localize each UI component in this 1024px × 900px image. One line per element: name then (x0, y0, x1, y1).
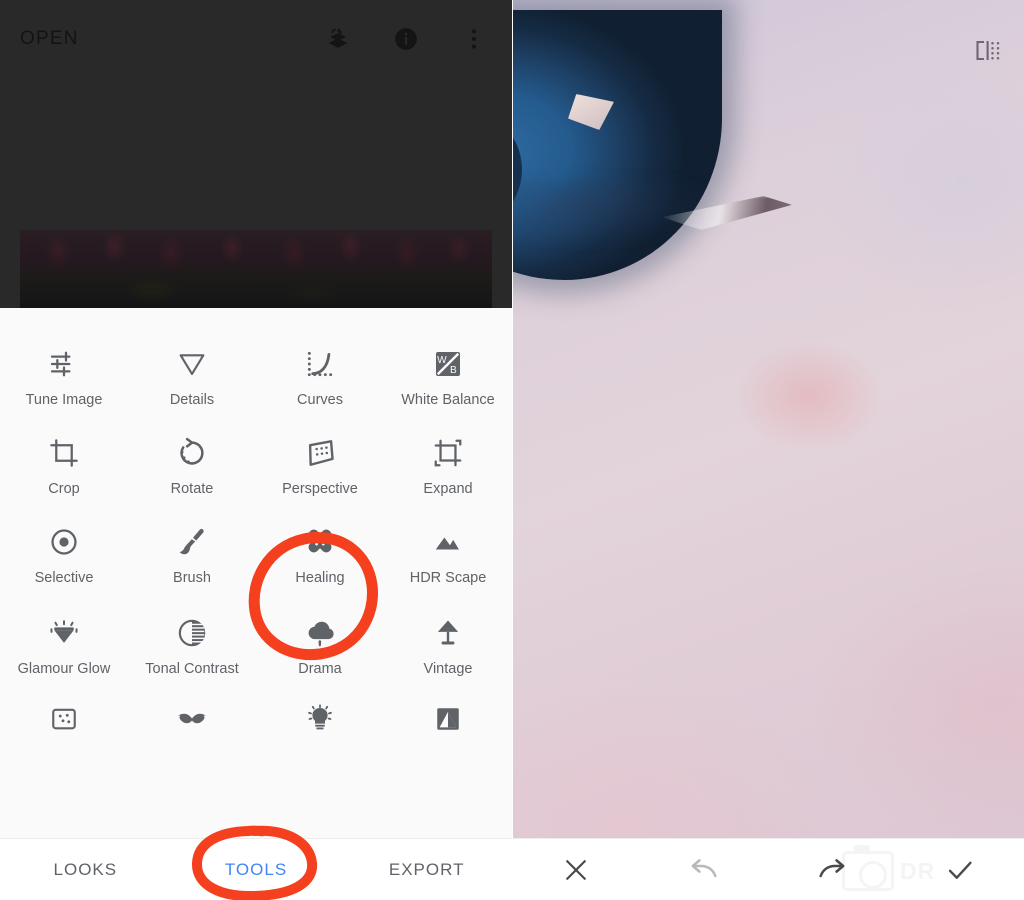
curves-icon (304, 334, 336, 380)
tools-grid: Tune Image Details Curves W B White Bala… (0, 308, 512, 745)
tool-label: Drama (298, 661, 342, 677)
perspective-icon (304, 423, 336, 469)
undo-button[interactable] (640, 854, 768, 886)
svg-text:B: B (450, 365, 457, 376)
tool-hdr-scape[interactable]: HDR Scape (384, 498, 512, 587)
open-button[interactable]: OPEN (20, 28, 79, 50)
tab-tools[interactable]: TOOLS (171, 860, 342, 880)
tool-glamour-glow[interactable]: Glamour Glow (0, 587, 128, 678)
tool-grunge[interactable] (256, 680, 384, 745)
tool-healing[interactable]: Healing (256, 498, 384, 587)
tool-label: Selective (34, 570, 94, 586)
tools-row: Selective Brush Healing HDR Scape (0, 498, 512, 587)
triangle-down-icon (176, 334, 208, 380)
tools-row: Crop Rotate Perspective Expand (0, 409, 512, 498)
tool-label: Curves (297, 392, 343, 408)
tab-export[interactable]: EXPORT (341, 860, 512, 880)
photo-thumbnail-strip (20, 230, 492, 308)
tune-sliders-icon (48, 334, 80, 380)
overflow-menu-icon[interactable] (460, 25, 488, 53)
tool-label: White Balance (401, 392, 495, 408)
tool-tune-image[interactable]: Tune Image (0, 320, 128, 409)
tool-label: Glamour Glow (17, 661, 111, 677)
right-panel-photo-editor: DR (512, 0, 1024, 900)
undo-stack-icon[interactable] (324, 25, 352, 53)
tool-label: Crop (48, 481, 80, 497)
black-white-icon (433, 694, 463, 734)
white-balance-icon: W B (432, 334, 464, 380)
tool-rotate[interactable]: Rotate (128, 409, 256, 498)
tool-details[interactable]: Details (128, 320, 256, 409)
tool-selective[interactable]: Selective (0, 498, 128, 587)
vintage-lamp-icon (432, 603, 464, 649)
glamour-gem-icon (48, 603, 80, 649)
tool-label: Rotate (170, 481, 214, 497)
tool-label: Brush (173, 570, 211, 586)
editor-action-bar: DR (512, 838, 1024, 900)
tool-vintage[interactable]: Vintage (384, 587, 512, 678)
tool-tonal-contrast[interactable]: Tonal Contrast (128, 587, 256, 678)
tool-expand[interactable]: Expand (384, 409, 512, 498)
top-app-bar: OPEN (0, 0, 512, 78)
tool-crop[interactable]: Crop (0, 409, 128, 498)
tool-label: Vintage (423, 661, 473, 677)
rotate-icon (176, 423, 208, 469)
svg-text:W: W (437, 355, 447, 366)
image-preview-area: OPEN (0, 0, 512, 308)
tool-curves[interactable]: Curves (256, 320, 384, 409)
cancel-button[interactable] (512, 855, 640, 885)
retrolux-moustache-icon (176, 694, 208, 734)
tool-grainy-film[interactable] (0, 680, 128, 745)
tab-looks[interactable]: LOOKS (0, 860, 171, 880)
tonal-contrast-icon (176, 603, 208, 649)
tools-row: Glamour Glow Tonal Contrast Drama Vintag… (0, 587, 512, 678)
tools-row (0, 680, 512, 745)
tools-row: Tune Image Details Curves W B White Bala… (0, 320, 512, 409)
tool-label: Tune Image (25, 392, 103, 408)
panel-divider (512, 0, 513, 900)
hdr-mountains-icon (432, 512, 464, 558)
healing-bandage-icon (303, 512, 337, 558)
eyelid-shadow (512, 180, 782, 300)
tool-perspective[interactable]: Perspective (256, 409, 384, 498)
tool-retrolux[interactable] (128, 680, 256, 745)
grunge-skull-icon (305, 694, 335, 734)
selective-target-icon (48, 512, 80, 558)
watermark-text: DR (900, 857, 936, 884)
photo-canvas[interactable] (512, 0, 1024, 900)
crop-icon (48, 423, 80, 469)
snapseed-screenshot: OPEN Tune Image Details Curves W B White… (0, 0, 1024, 900)
tool-label: Details (169, 392, 215, 408)
bottom-tab-bar: LOOKS TOOLS EXPORT (0, 838, 512, 900)
site-watermark: DR (842, 844, 982, 898)
drama-cloud-icon (304, 603, 336, 649)
tool-white-balance[interactable]: W B White Balance (384, 320, 512, 409)
compare-split-icon[interactable] (974, 38, 1002, 64)
tool-label: Tonal Contrast (145, 661, 239, 677)
expand-icon (432, 423, 464, 469)
tool-label: Healing (295, 570, 345, 586)
tool-label: HDR Scape (409, 570, 487, 586)
tool-label: Expand (423, 481, 473, 497)
info-icon[interactable] (392, 25, 420, 53)
tool-brush[interactable]: Brush (128, 498, 256, 587)
tool-label: Perspective (282, 481, 358, 497)
brush-icon (176, 512, 208, 558)
tool-drama[interactable]: Drama (256, 587, 384, 678)
grainy-film-icon (49, 694, 79, 734)
camera-watermark-icon (842, 845, 894, 891)
tool-black-and-white[interactable] (384, 680, 512, 745)
left-panel-tools-view: OPEN Tune Image Details Curves W B White… (0, 0, 512, 900)
